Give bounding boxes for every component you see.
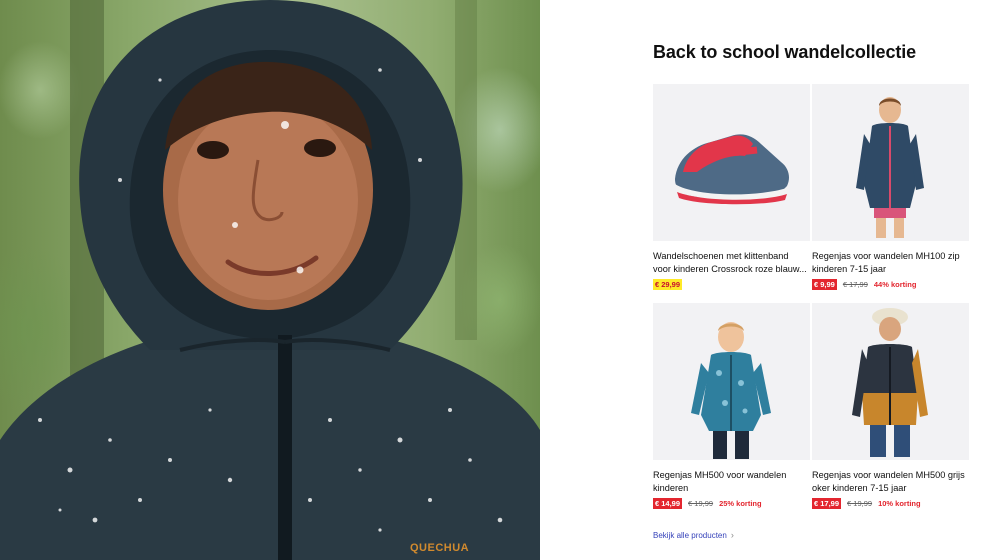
product-name-line[interactable]: kinderen [653, 482, 810, 495]
product-name[interactable]: Wandelschoenen met klittenband voor kind… [653, 250, 810, 275]
product-name[interactable]: Regenjas voor wandelen MH100 zip kindere… [812, 250, 969, 275]
hiking-shoe-illustration [675, 134, 789, 205]
discount-label: 44% korting [873, 280, 917, 289]
price-row: € 17,99 € 19,99 10% korting [812, 498, 969, 509]
chevron-right-icon: › [730, 530, 734, 540]
product-name-line[interactable]: Regenjas voor wandelen MH500 grijs [812, 469, 969, 482]
price-badge: € 29,99 [653, 279, 683, 290]
child-grey-ochre-jacket-illustration [852, 308, 928, 457]
old-price: € 19,99 [847, 499, 873, 508]
child-navy-jacket-illustration [856, 97, 924, 238]
product-image-rain-jacket[interactable] [812, 84, 969, 241]
product-name-line[interactable]: Regenjas voor wandelen MH100 zip [812, 250, 969, 263]
product-name-line[interactable]: Regenjas MH500 voor wandelen [653, 469, 810, 482]
price-badge: € 9,99 [812, 279, 837, 290]
product-name-line[interactable]: voor kinderen Crossrock roze blauw... [653, 263, 810, 276]
product-name-line[interactable]: oker kinderen 7-15 jaar [812, 482, 969, 495]
product-card[interactable]: Wandelschoenen met klittenband voor kind… [653, 84, 810, 290]
child-in-raincoat-illustration [0, 0, 540, 560]
see-all-label[interactable]: Bekijk alle producten [653, 531, 727, 540]
discount-label: 10% korting [878, 499, 921, 508]
product-image-rain-jacket[interactable] [653, 303, 810, 460]
quechua-logo: QUECHUA [410, 542, 470, 554]
price-row: € 14,99 € 19,99 25% korting [653, 498, 810, 509]
product-name-line[interactable]: Wandelschoenen met klittenband [653, 250, 810, 263]
child-blue-jacket-illustration [691, 322, 771, 459]
price-row: € 29,99 [653, 279, 810, 290]
product-card[interactable]: Regenjas voor wandelen MH100 zip kindere… [812, 84, 969, 290]
product-card[interactable]: Regenjas MH500 voor wandelen kinderen € … [653, 303, 810, 509]
product-card[interactable]: Regenjas voor wandelen MH500 grijs oker … [812, 303, 969, 509]
product-name[interactable]: Regenjas voor wandelen MH500 grijs oker … [812, 469, 969, 494]
product-name-line[interactable]: kinderen 7-15 jaar [812, 263, 969, 276]
product-image-shoe[interactable] [653, 84, 810, 241]
product-collection-panel: Back to school wandelcollectie Wandelsch… [540, 0, 1007, 560]
old-price: € 17,99 [842, 280, 868, 289]
product-name[interactable]: Regenjas MH500 voor wandelen kinderen [653, 469, 810, 494]
discount-label: 25% korting [719, 499, 762, 508]
price-row: € 9,99 € 17,99 44% korting [812, 279, 969, 290]
see-all-products-link[interactable]: Bekijk alle producten › [653, 530, 734, 540]
price-badge: € 14,99 [653, 498, 683, 509]
product-image-rain-jacket[interactable] [812, 303, 969, 460]
section-title: Back to school wandelcollectie [653, 42, 917, 62]
old-price: € 19,99 [688, 499, 714, 508]
hero-image: QUECHUA [0, 0, 540, 560]
price-badge: € 17,99 [812, 498, 842, 509]
